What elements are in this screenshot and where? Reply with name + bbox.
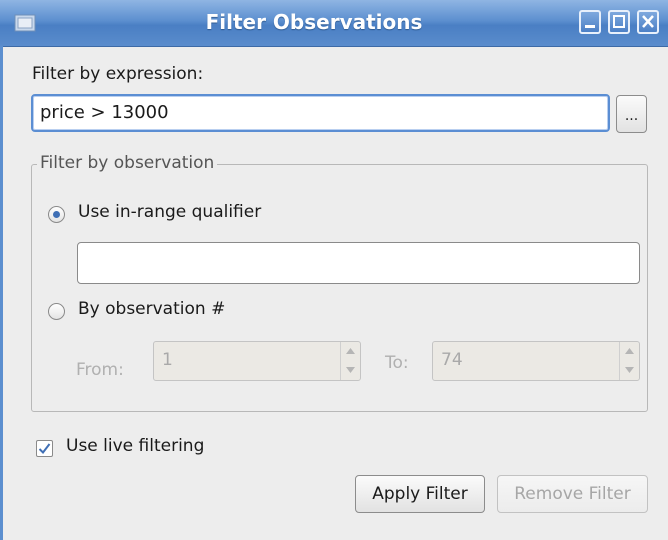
live-filtering-checkbox[interactable]	[36, 440, 53, 457]
expression-input[interactable]: price > 13000	[31, 94, 610, 132]
radio-selected-dot	[53, 211, 60, 218]
close-button[interactable]	[637, 10, 659, 34]
from-spinner-arrows	[340, 342, 360, 380]
live-filtering-label[interactable]: Use live filtering	[66, 436, 204, 456]
by-observation-label[interactable]: By observation #	[78, 299, 225, 319]
from-label: From:	[76, 360, 124, 380]
remove-filter-button[interactable]: Remove Filter	[497, 475, 648, 513]
maximize-icon	[613, 15, 625, 28]
observation-group-title: Filter by observation	[37, 153, 218, 173]
checkmark-icon	[38, 443, 51, 455]
by-observation-radio[interactable]	[48, 303, 65, 320]
filter-observations-dialog: Filter Observations Filter by expression…	[0, 0, 668, 540]
in-range-label[interactable]: Use in-range qualifier	[78, 202, 261, 222]
spin-down-icon[interactable]	[341, 361, 360, 380]
expression-browse-button[interactable]: ...	[616, 95, 647, 133]
close-icon	[642, 15, 654, 28]
title-bar[interactable]: Filter Observations	[0, 0, 668, 47]
to-spinner[interactable]: 74	[432, 341, 640, 381]
to-spinner-arrows	[619, 342, 639, 380]
expression-label: Filter by expression:	[32, 64, 204, 84]
spin-up-icon[interactable]	[341, 342, 360, 361]
spin-up-icon[interactable]	[620, 342, 639, 361]
from-spinner[interactable]: 1	[153, 341, 361, 381]
to-value: 74	[441, 350, 463, 370]
window-left-border	[0, 46, 3, 540]
minimize-icon	[585, 25, 595, 28]
in-range-radio[interactable]	[48, 206, 65, 223]
minimize-button[interactable]	[579, 10, 601, 34]
to-label: To:	[385, 353, 409, 373]
spin-down-icon[interactable]	[620, 361, 639, 380]
in-range-input[interactable]	[77, 242, 640, 284]
apply-filter-button[interactable]: Apply Filter	[355, 475, 485, 513]
window-title: Filter Observations	[205, 10, 423, 34]
from-value: 1	[162, 350, 173, 370]
maximize-button[interactable]	[608, 10, 630, 34]
